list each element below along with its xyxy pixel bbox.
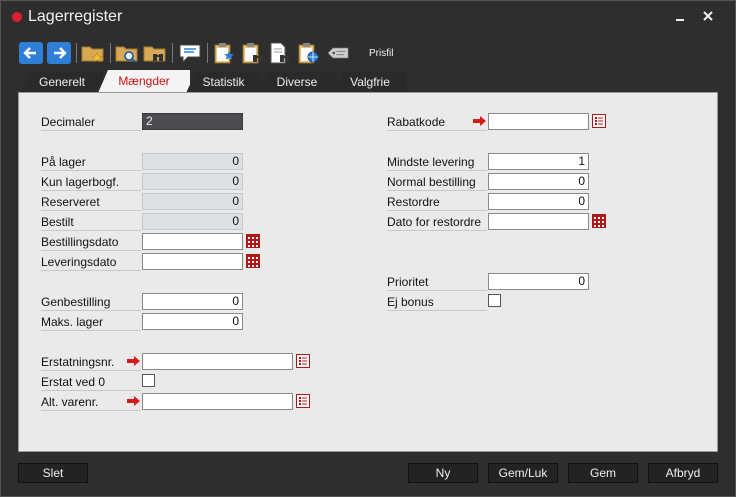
bestillingsdato-label: Bestillingsdato (41, 234, 141, 251)
gem-luk-button[interactable]: Gem/Luk (488, 463, 558, 483)
mindste-levering-label: Mindste levering (387, 154, 487, 171)
tab-bar: Generelt Mængder Statistik Diverse Valgf… (18, 70, 718, 93)
document-binoculars-icon (270, 42, 290, 64)
bestillingsdato-field[interactable] (142, 233, 243, 250)
lookup-arrow-icon[interactable] (473, 116, 486, 126)
favorite-folder-button[interactable] (81, 41, 105, 65)
reserveret-field: 0 (142, 193, 243, 210)
prioritet-field[interactable]: 0 (488, 273, 589, 290)
bestilt-field: 0 (142, 213, 243, 230)
prioritet-label: Prioritet (387, 274, 487, 291)
title-bar: Lagerregister (1, 1, 735, 34)
erstat-ved-0-checkbox[interactable] (142, 374, 155, 387)
forward-button[interactable] (47, 41, 71, 65)
erstatningsnr-field[interactable] (142, 353, 293, 370)
clipboard-web-button[interactable] (296, 41, 320, 65)
minimize-icon (676, 19, 684, 21)
price-tag-button[interactable] (326, 41, 350, 65)
erstat-ved-0-label: Erstat ved 0 (41, 374, 141, 391)
folder-search-icon (115, 46, 138, 63)
app-status-dot-icon (12, 12, 22, 22)
clipboard-star-button[interactable] (212, 41, 236, 65)
comment-button[interactable] (178, 41, 202, 65)
clipboard-binoculars-button[interactable] (240, 41, 264, 65)
ej-bonus-checkbox[interactable] (488, 294, 501, 307)
alt-varenr-label: Alt. varenr. (41, 394, 141, 411)
paa-lager-field: 0 (142, 153, 243, 170)
comment-icon (179, 44, 201, 64)
rabatkode-field[interactable] (488, 113, 589, 130)
afbryd-button[interactable]: Afbryd (648, 463, 718, 483)
restordre-label: Restordre (387, 194, 487, 211)
erstatningsnr-label: Erstatningsnr. (41, 354, 141, 371)
toolbar-separator (207, 43, 208, 63)
close-button[interactable] (698, 9, 718, 27)
slet-button[interactable]: Slet (18, 463, 88, 483)
maks-lager-label: Maks. lager (41, 314, 141, 331)
tab-generelt[interactable]: Generelt (21, 72, 103, 93)
dato-for-restordre-field[interactable] (488, 213, 589, 230)
document-binoculars-button[interactable] (268, 41, 292, 65)
tab-valgfrie[interactable]: Valgfrie (333, 72, 407, 93)
leveringsdato-label: Leveringsdato (41, 254, 141, 271)
clipboard-globe-icon (298, 43, 319, 64)
decimaler-label: Decimaler (41, 114, 141, 131)
gem-button[interactable]: Gem (568, 463, 638, 483)
folder-binoculars-icon (143, 46, 166, 62)
list-lookup-icon[interactable] (296, 354, 310, 368)
minimize-button[interactable] (670, 9, 690, 27)
toolbar-separator (172, 43, 173, 63)
ej-bonus-label: Ej bonus (387, 294, 487, 311)
close-icon (703, 11, 713, 21)
toolbar-separator (110, 43, 111, 63)
alt-varenr-field[interactable] (142, 393, 293, 410)
normal-bestilling-label: Normal bestilling (387, 174, 487, 191)
calendar-icon[interactable] (246, 254, 260, 268)
lookup-arrow-icon[interactable] (127, 396, 140, 406)
clipboard-binoculars-icon (242, 43, 263, 64)
genbestilling-label: Genbestilling (41, 294, 141, 311)
list-lookup-icon[interactable] (296, 394, 310, 408)
window-title: Lagerregister (28, 8, 123, 25)
folder-star-icon (81, 46, 104, 63)
arrow-right-icon (47, 42, 71, 64)
search-folder-button[interactable] (115, 41, 139, 65)
genbestilling-field[interactable]: 0 (142, 293, 243, 310)
tab-diverse[interactable]: Diverse (257, 72, 337, 93)
leveringsdato-field[interactable] (142, 253, 243, 270)
lagerregister-window: Lagerregister Prisfil Generelt Mængder S… (0, 0, 736, 497)
lookup-arrow-icon[interactable] (127, 356, 140, 366)
mindste-levering-field[interactable]: 1 (488, 153, 589, 170)
kun-lagerbogf-label: Kun lagerbogf. (41, 174, 141, 191)
prisfil-label[interactable]: Prisfil (369, 48, 393, 59)
arrow-left-icon (19, 42, 43, 64)
binoculars-folder-button[interactable] (143, 41, 167, 65)
kun-lagerbogf-field: 0 (142, 173, 243, 190)
bestilt-label: Bestilt (41, 214, 141, 231)
clipboard-star-icon (214, 43, 234, 64)
paa-lager-label: På lager (41, 154, 141, 171)
calendar-icon[interactable] (246, 234, 260, 248)
reserveret-label: Reserveret (41, 194, 141, 211)
ny-button[interactable]: Ny (408, 463, 478, 483)
toolbar-separator (76, 43, 77, 63)
tab-maengder[interactable]: Mængder (98, 70, 190, 93)
dato-for-restordre-label: Dato for restordre (387, 214, 487, 231)
back-button[interactable] (19, 41, 43, 65)
price-tag-icon (327, 47, 349, 59)
restordre-field[interactable]: 0 (488, 193, 589, 210)
calendar-icon[interactable] (592, 214, 606, 228)
normal-bestilling-field[interactable]: 0 (488, 173, 589, 190)
rabatkode-label: Rabatkode (387, 114, 487, 131)
decimaler-field[interactable]: 2 (142, 113, 243, 130)
toolbar: Prisfil (18, 39, 718, 67)
maks-lager-field[interactable]: 0 (142, 313, 243, 330)
list-lookup-icon[interactable] (592, 114, 606, 128)
tab-statistik[interactable]: Statistik (186, 72, 261, 93)
